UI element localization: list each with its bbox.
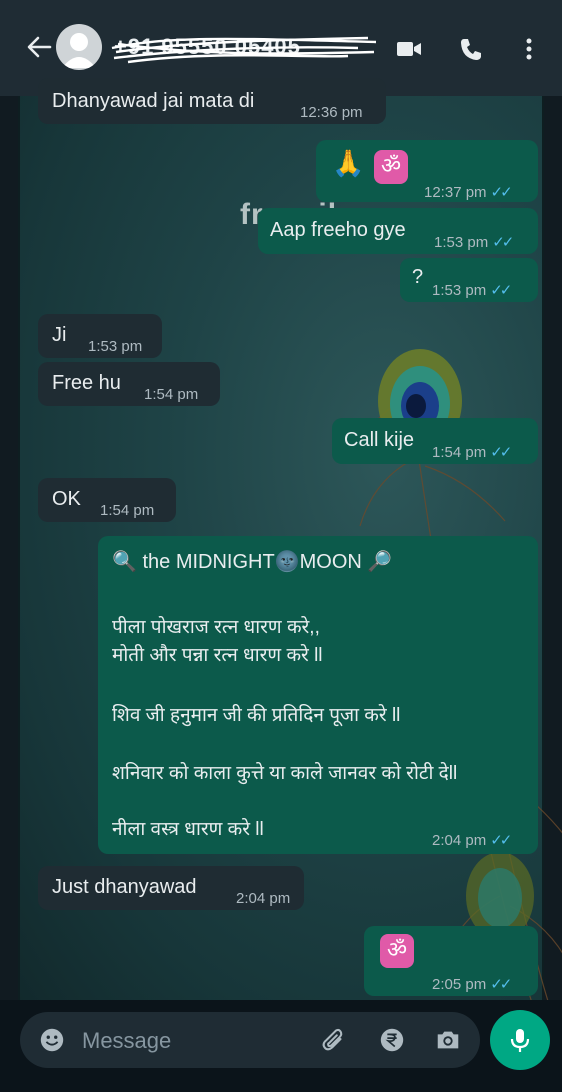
message-incoming[interactable]: Ji 1:53 pm: [38, 314, 162, 358]
message-incoming[interactable]: Just dhanyawad 2:04 pm: [38, 866, 304, 910]
message-text: Ji: [52, 324, 67, 346]
voice-call-icon[interactable]: [456, 34, 486, 64]
om-emoji: ॐ: [380, 934, 414, 968]
om-emoji: ॐ: [374, 150, 408, 184]
message-time: 2:04 pm ✓✓: [432, 832, 512, 849]
message-input-bar: Message: [0, 1000, 562, 1092]
mic-button[interactable]: [490, 1010, 550, 1070]
message-line: 🔍 the MIDNIGHT🌚MOON 🔎: [112, 551, 393, 573]
message-input[interactable]: Message: [20, 1012, 480, 1068]
mic-icon: [510, 1029, 530, 1052]
message-line: शिव जी हनुमान जी की प्रतिदिन पूजा करे ll: [112, 705, 401, 726]
message-time: 2:05 pm ✓✓: [432, 976, 512, 993]
message-text: Dhanyawad jai mata di: [52, 90, 255, 112]
back-arrow-icon[interactable]: [24, 32, 54, 62]
message-text: ?: [412, 266, 424, 288]
read-ticks-icon: ✓✓: [490, 444, 512, 461]
message-time: 1:53 pm: [88, 338, 143, 355]
message-incoming[interactable]: OK 1:54 pm: [38, 478, 176, 522]
message-time: 1:53 pm ✓✓: [432, 282, 512, 299]
read-ticks-icon: ✓✓: [490, 184, 513, 201]
chat-screen: freepik: [0, 0, 562, 1092]
message-time: 1:54 pm ✓✓: [432, 444, 512, 461]
message-text: Aap freeho gye: [270, 219, 406, 241]
message-text: Call kije: [344, 429, 415, 451]
emoji-icon[interactable]: [38, 1026, 66, 1054]
message-text: OK: [52, 488, 81, 510]
message-outgoing[interactable]: 🙏 ॐ 12:37 pm ✓✓: [316, 140, 538, 202]
message-time: 1:53 pm ✓✓: [434, 234, 514, 251]
message-line: पीला पोखराज रत्न धारण करे,,: [112, 617, 320, 638]
avatar[interactable]: [56, 24, 102, 70]
message-placeholder: Message: [82, 1028, 172, 1053]
read-ticks-icon: ✓✓: [490, 832, 512, 849]
camera-icon[interactable]: [434, 1026, 462, 1054]
more-options-icon[interactable]: [514, 34, 544, 64]
message-incoming[interactable]: Dhanyawad jai mata di 12:36 pm: [38, 78, 386, 124]
read-ticks-icon: ✓✓: [490, 976, 512, 993]
read-ticks-icon: ✓✓: [490, 282, 512, 299]
folded-hands-emoji: 🙏: [332, 148, 365, 178]
message-outgoing[interactable]: Call kije 1:54 pm ✓✓: [332, 418, 538, 464]
redaction-scribble: [111, 36, 377, 64]
message-time: 12:36 pm: [300, 104, 363, 121]
message-time: 2:04 pm: [236, 890, 291, 907]
message-line: मोती और पन्ना रत्न धारण करे ll: [112, 645, 323, 666]
message-text: Just dhanyawad: [52, 876, 197, 898]
message-time: 1:54 pm: [100, 502, 155, 519]
message-outgoing-long[interactable]: 🔍 the MIDNIGHT🌚MOON 🔎 पीला पोखराज रत्न ध…: [98, 536, 538, 854]
rupee-payment-icon[interactable]: [378, 1026, 406, 1054]
message-outgoing[interactable]: ? 1:53 pm ✓✓: [400, 258, 538, 302]
video-call-icon[interactable]: [394, 34, 424, 64]
message-incoming[interactable]: Free hu 1:54 pm: [38, 362, 220, 406]
default-avatar-icon: [62, 33, 96, 68]
message-time: 12:37 pm ✓✓: [424, 184, 513, 201]
message-outgoing[interactable]: ॐ 2:05 pm ✓✓: [364, 926, 538, 996]
attach-icon[interactable]: [320, 1026, 348, 1054]
message-time: 1:54 pm: [144, 386, 199, 403]
message-text: Free hu: [52, 372, 121, 394]
message-line: नीला वस्त्र धारण करे ll: [112, 819, 264, 840]
message-outgoing[interactable]: Aap freeho gye 1:53 pm ✓✓: [258, 208, 538, 254]
read-ticks-icon: ✓✓: [492, 234, 514, 251]
message-line: शनिवार को काला कुत्ते या काले जानवर को र…: [112, 763, 458, 784]
